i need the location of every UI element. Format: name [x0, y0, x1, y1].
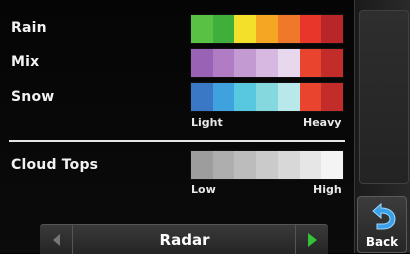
cloud-tops-label: Cloud Tops	[11, 157, 99, 173]
color-swatch	[321, 83, 344, 111]
selector-previous-button[interactable]	[40, 225, 72, 254]
color-swatch	[321, 151, 344, 179]
back-label: Back	[365, 235, 399, 249]
selector-value[interactable]: Radar	[72, 225, 296, 254]
color-swatch	[277, 151, 300, 179]
color-swatch	[212, 83, 235, 111]
color-swatch	[256, 15, 278, 43]
rain-color-scale	[190, 14, 344, 44]
color-swatch	[321, 49, 344, 77]
color-swatch	[191, 151, 213, 179]
mix-label: Mix	[11, 54, 40, 70]
selector-next-button[interactable]	[295, 225, 328, 254]
color-swatch	[256, 151, 278, 179]
color-swatch	[256, 83, 278, 111]
color-swatch	[299, 151, 322, 179]
back-button[interactable]: Back	[357, 196, 407, 253]
color-swatch	[299, 15, 322, 43]
cloud-tops-low-label: Low	[191, 183, 216, 196]
color-swatch	[321, 15, 344, 43]
layer-selector: Radar	[40, 224, 328, 254]
color-swatch	[191, 83, 213, 111]
color-swatch	[234, 15, 257, 43]
color-swatch	[212, 151, 235, 179]
cloud-tops-high-label: High	[313, 183, 342, 196]
color-swatch	[299, 49, 322, 77]
snow-label: Snow	[11, 89, 55, 105]
side-blank-panel	[359, 10, 409, 184]
section-divider	[9, 140, 345, 142]
color-swatch	[234, 83, 257, 111]
mix-color-scale	[190, 48, 344, 78]
back-arrow-icon	[372, 202, 396, 230]
color-swatch	[299, 83, 322, 111]
color-swatch	[234, 49, 257, 77]
arrow-right-icon	[307, 232, 317, 247]
color-swatch	[256, 49, 278, 77]
color-swatch	[191, 15, 213, 43]
arrow-left-icon	[52, 233, 60, 246]
color-swatch	[212, 15, 235, 43]
color-swatch	[277, 49, 300, 77]
cloud-tops-color-scale	[190, 150, 344, 180]
color-swatch	[234, 151, 257, 179]
color-swatch	[191, 49, 213, 77]
snow-color-scale	[190, 82, 344, 112]
color-swatch	[212, 49, 235, 77]
precip-scale-low-label: Light	[191, 116, 223, 129]
color-swatch	[277, 15, 300, 43]
rain-label: Rain	[11, 20, 47, 36]
precip-scale-high-label: Heavy	[303, 116, 342, 129]
color-swatch	[277, 83, 300, 111]
